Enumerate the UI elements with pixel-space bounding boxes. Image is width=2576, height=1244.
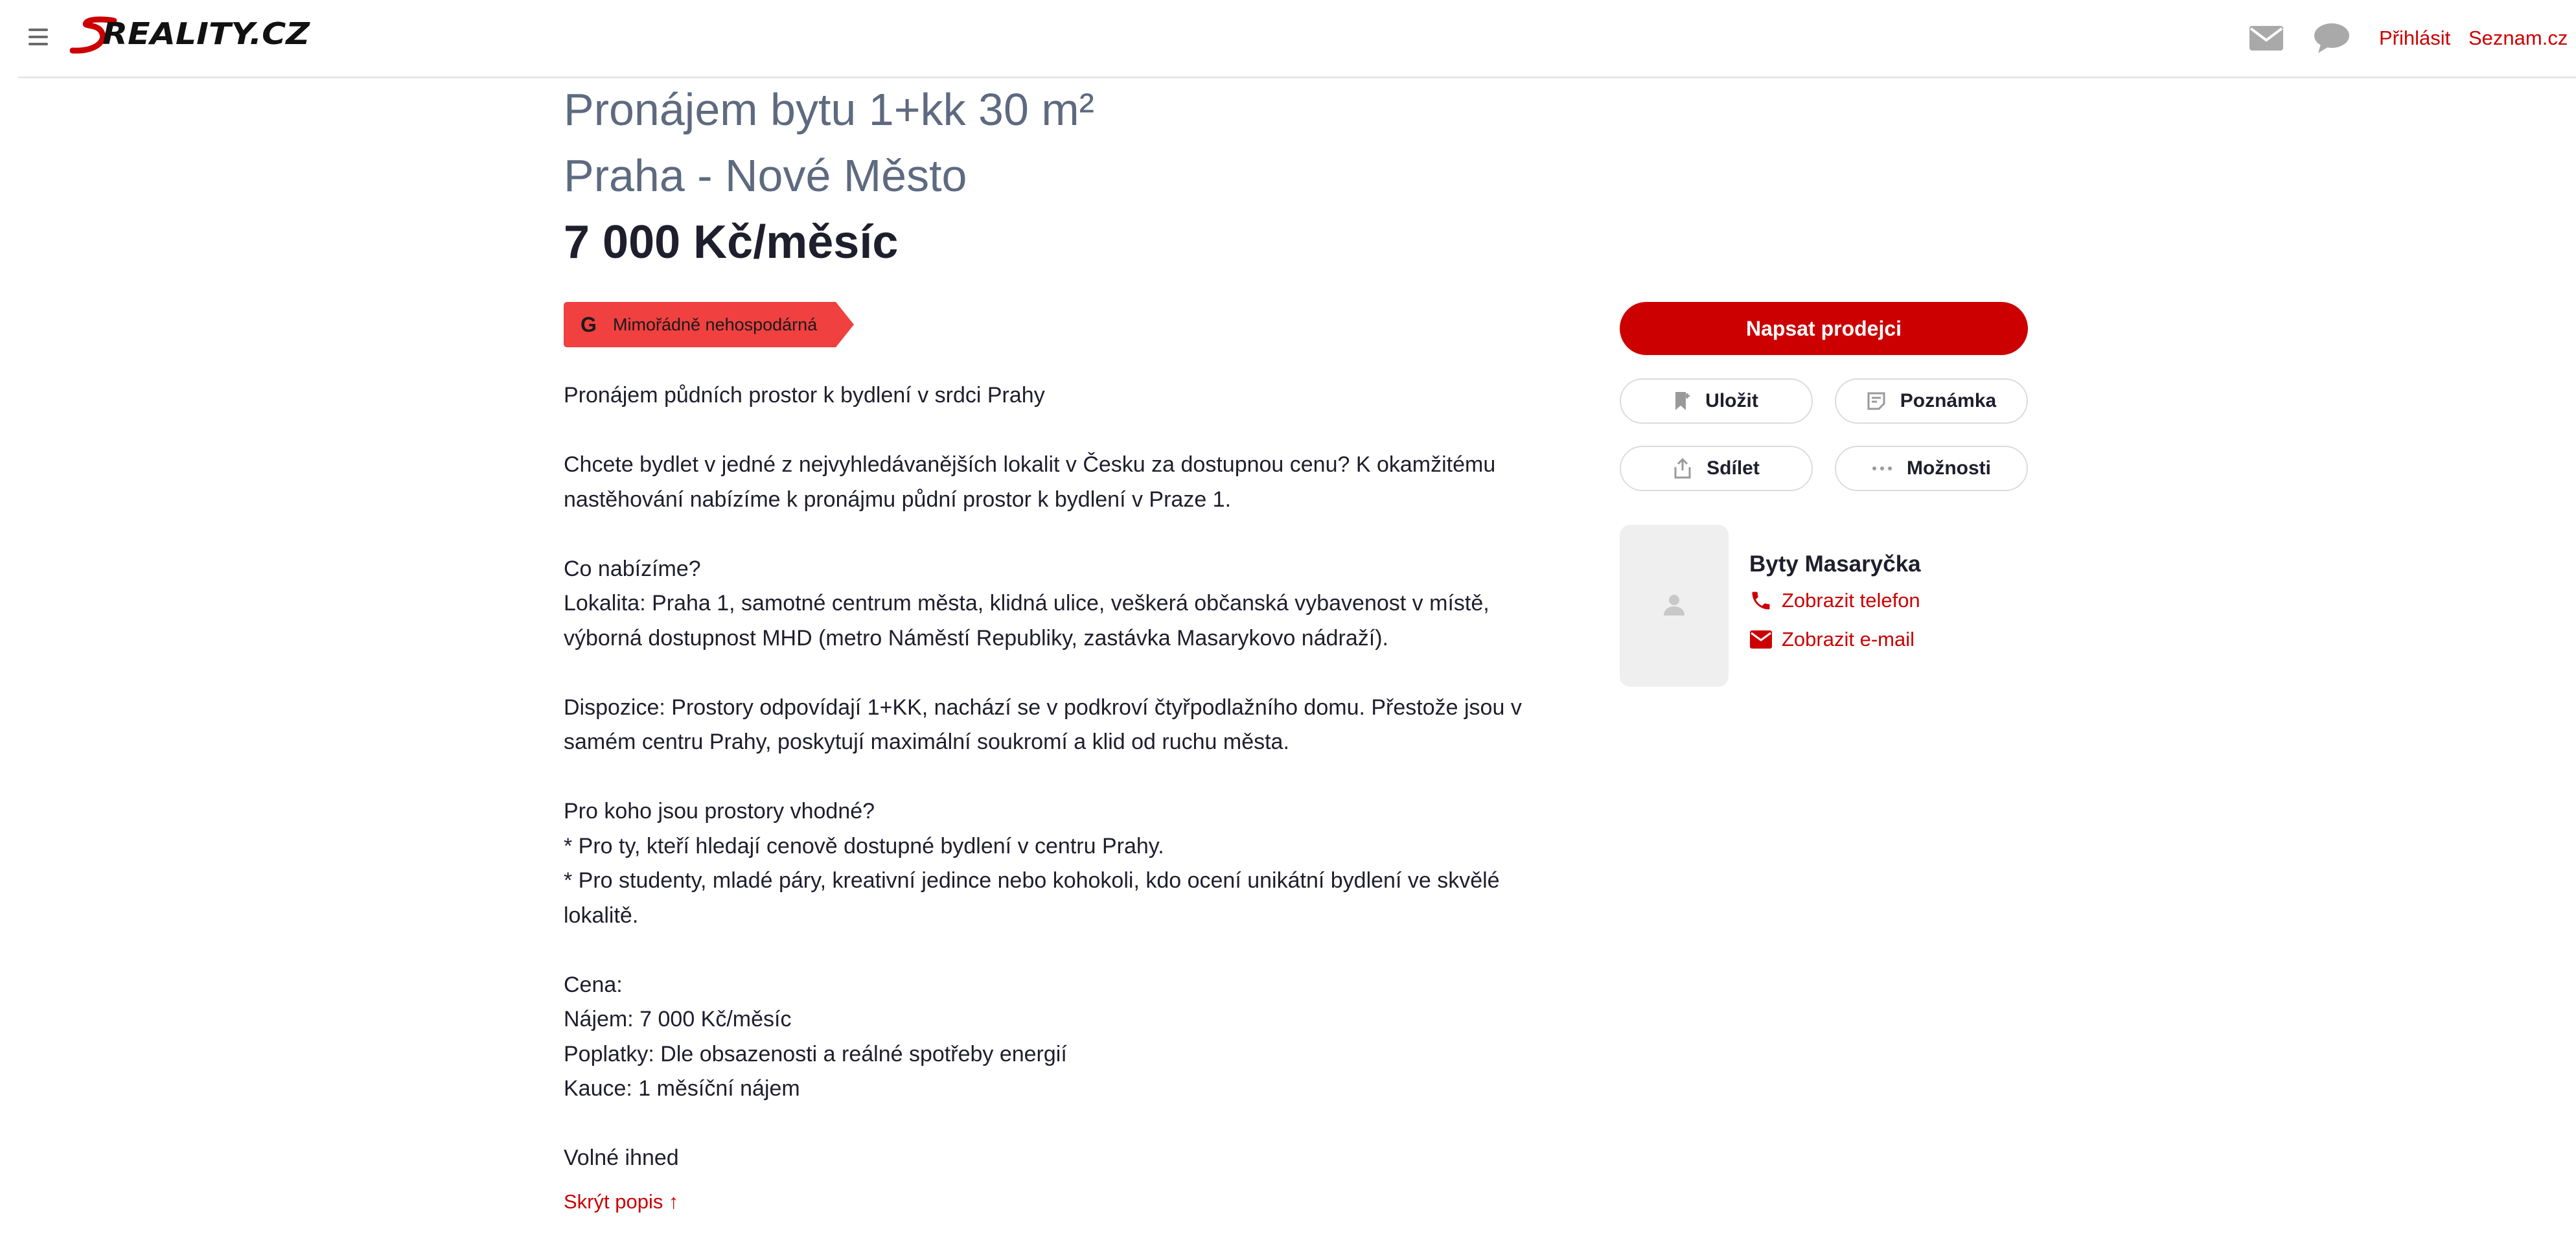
show-email-link[interactable]: Zobrazit e-mail [1749, 625, 1915, 654]
description-line: Dispozice: Prostory odpovídají 1+KK, nac… [564, 695, 1522, 755]
listing-price: 7 000 Kč/měsíc [564, 216, 899, 268]
hide-description-link[interactable]: Skrýt popis ↑ [564, 1188, 678, 1215]
share-button[interactable]: Sdílet [1620, 446, 1813, 491]
bookmark-icon [1675, 392, 1690, 410]
hamburger-menu-icon[interactable] [29, 29, 48, 48]
more-options-button[interactable]: Možnosti [1835, 446, 2028, 491]
share-icon [1674, 457, 1691, 479]
listing-title: Pronájem bytu 1+kk 30 m² [564, 84, 1094, 135]
note-label: Poznámka [1900, 390, 1997, 411]
description-line: Pronájem půdních prostor k bydlení v srd… [564, 383, 1045, 408]
mail-icon[interactable] [2248, 25, 2284, 52]
show-phone-link[interactable]: Zobrazit telefon [1749, 586, 1920, 616]
description-line: * Pro studenty, mladé páry, kreativní je… [564, 868, 1500, 928]
envelope-icon [1750, 630, 1772, 649]
description-line: Cena: [564, 972, 623, 997]
show-phone-label: Zobrazit telefon [1782, 589, 1920, 612]
person-placeholder-icon [1664, 595, 1685, 616]
note-icon [1867, 392, 1885, 410]
energy-class-letter: G [581, 313, 597, 336]
description-line: Chcete bydlet v jedné z nejvyhledávanějš… [564, 452, 1496, 512]
seller-name[interactable]: Byty Masaryčka [1749, 549, 1921, 579]
description-line: Co nabízíme? [564, 556, 701, 581]
header-divider [18, 76, 2576, 78]
share-label: Sdílet [1707, 457, 1760, 479]
seznam-link[interactable]: Seznam.cz [2468, 25, 2568, 52]
description-line: Volné ihned [564, 1146, 679, 1170]
svg-text:REALITY.CZ: REALITY.CZ [102, 16, 311, 51]
description-line: Pro koho jsou prostory vhodné? [564, 799, 875, 824]
description-line: Nájem: 7 000 Kč/měsíc [564, 1007, 792, 1031]
contact-seller-button[interactable]: Napsat prodejci [1620, 302, 2028, 355]
more-dots-icon [1872, 466, 1892, 470]
show-email-label: Zobrazit e-mail [1782, 628, 1915, 651]
description-line: * Pro ty, kteří hledají cenově dostupné … [564, 833, 1164, 858]
sreality-logo[interactable]: REALITY.CZ [69, 16, 315, 57]
description-line: Lokalita: Praha 1, samotné centrum města… [564, 591, 1489, 651]
listing-location: Praha - Nové Město [564, 150, 967, 201]
more-options-label: Možnosti [1907, 457, 1991, 479]
energy-label-badge: G Mimořádně nehospodárná [564, 302, 854, 347]
seller-avatar [1620, 525, 1729, 687]
phone-icon [1752, 592, 1770, 610]
chat-icon[interactable] [2313, 22, 2351, 54]
save-label: Uložit [1705, 390, 1758, 411]
note-button[interactable]: Poznámka [1835, 378, 2028, 424]
login-link[interactable]: Přihlásit [2379, 25, 2450, 52]
listing-description: Pronájem půdních prostor k bydlení v srd… [564, 378, 1561, 1176]
energy-class-label: Mimořádně nehospodárná [613, 315, 818, 334]
top-header: REALITY.CZ Přihlásit Seznam.cz [0, 0, 2576, 76]
description-line: Kauce: 1 měsíční nájem [564, 1076, 800, 1101]
save-button[interactable]: Uložit [1620, 378, 1813, 424]
description-line: Poplatky: Dle obsazenosti a reálné spotř… [564, 1041, 1067, 1066]
